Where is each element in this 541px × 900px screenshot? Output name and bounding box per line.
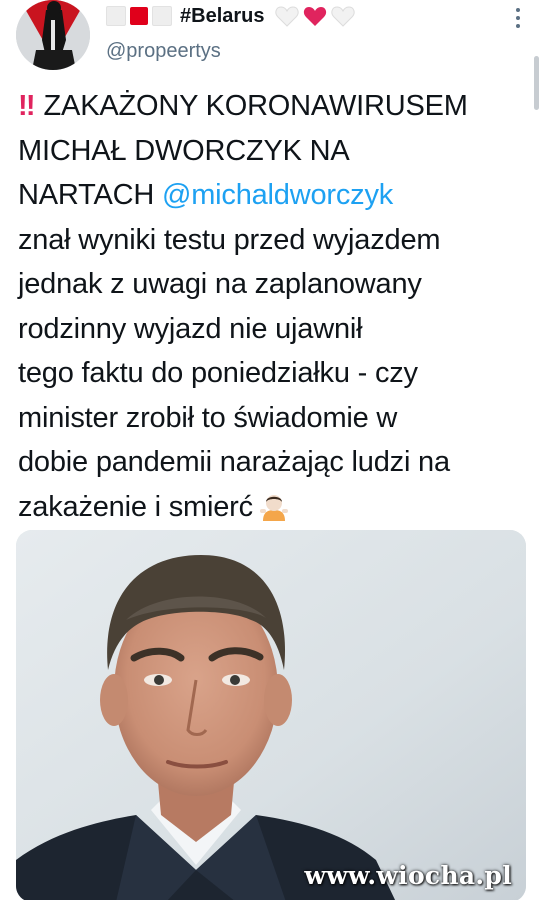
user-handle[interactable]: @propeertys	[106, 40, 221, 63]
tweet-screen: #Belarus @propeertys ‼ ZAKAŻONY KORONAWIR…	[0, 0, 541, 900]
tweet-line-text: zakażenie i smierć	[18, 490, 253, 523]
tweet-line: minister zrobił to świadomie w	[18, 401, 398, 434]
tweet-line: MICHAŁ DWORCZYK NA	[18, 134, 350, 167]
tweet-line: rodzinny wyjazd nie ujawnił	[18, 312, 363, 345]
tweet-line: zakażenie i smierć	[18, 485, 533, 530]
avatar[interactable]	[16, 0, 90, 70]
red-square-icon	[130, 7, 148, 25]
avatar-image	[16, 0, 90, 70]
more-options-icon[interactable]	[515, 8, 521, 32]
tweet-line: dobie pandemii narażając ludzi na	[18, 446, 450, 478]
white-square-icon	[152, 6, 172, 26]
tweet-photo[interactable]: www.wiocha.pl	[16, 530, 526, 900]
tweet-line: tego faktu do poniedziałku - czy	[18, 357, 418, 389]
white-heart-icon	[274, 6, 299, 27]
double-exclamation-icon: ‼	[18, 90, 35, 122]
tweet-line-text: NARTACH	[18, 179, 162, 211]
display-name-row[interactable]: #Belarus	[106, 2, 355, 30]
mention-link[interactable]: @michaldworczyk	[162, 179, 393, 211]
tweet-line: ‼ ZAKAŻONY KORONAWIRUSEM	[18, 84, 533, 129]
watermark: www.wiocha.pl	[304, 861, 512, 890]
red-heart-icon	[303, 7, 326, 26]
portrait-photo	[16, 530, 526, 900]
white-square-icon	[106, 6, 126, 26]
tweet-line: NARTACH @michaldworczyk	[18, 173, 533, 218]
tweet-line: jednak z uwagi na zaplanowany	[18, 268, 422, 300]
tweet-text: ‼ ZAKAŻONY KORONAWIRUSEM MICHAŁ DWORCZYK …	[18, 84, 533, 529]
scrollbar-thumb[interactable]	[534, 56, 539, 110]
person-shrugging-icon	[259, 494, 288, 521]
white-heart-icon	[330, 6, 355, 27]
tweet-line: znał wyniki testu przed wyjazdem	[18, 223, 441, 256]
display-name: #Belarus	[180, 4, 265, 27]
tweet-line-text: ZAKAŻONY KORONAWIRUSEM	[43, 90, 468, 122]
